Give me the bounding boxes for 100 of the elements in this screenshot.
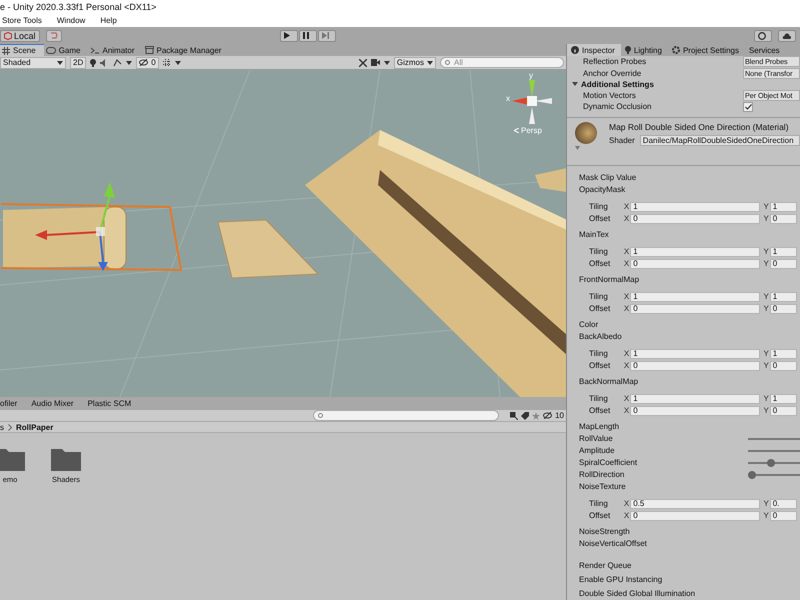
number-field[interactable]: 0 bbox=[770, 258, 797, 269]
number-field[interactable]: 0 bbox=[630, 214, 760, 224]
number-field[interactable]: 1 bbox=[770, 348, 797, 359]
number-field[interactable]: 1 bbox=[630, 292, 760, 302]
axis-label: Y bbox=[763, 361, 770, 370]
checkbox[interactable] bbox=[743, 102, 753, 112]
shading-dropdown[interactable]: Shaded bbox=[0, 56, 66, 68]
lightbulb-icon[interactable] bbox=[90, 58, 96, 66]
property-label: FrontNormalMap bbox=[579, 275, 640, 284]
slider-track[interactable] bbox=[748, 470, 800, 479]
number-field[interactable]: 0. bbox=[770, 498, 797, 509]
number-field[interactable]: 1 bbox=[770, 394, 797, 404]
panel-tab[interactable]: ofiler bbox=[0, 399, 18, 408]
2d-toggle[interactable]: 2D bbox=[70, 56, 86, 68]
section-header[interactable]: Additional Settings bbox=[581, 80, 654, 89]
account-button[interactable]: Local bbox=[0, 30, 40, 42]
collab-button[interactable] bbox=[46, 30, 62, 42]
number-field[interactable]: 1 bbox=[630, 246, 760, 257]
gear-icon bbox=[672, 46, 680, 54]
window-title: e - Unity 2020.3.33f1 Personal <DX11> bbox=[0, 2, 156, 12]
axis-label: X bbox=[624, 202, 630, 212]
vector-label: Tiling bbox=[589, 202, 609, 212]
effects-icon[interactable] bbox=[113, 58, 122, 66]
axis-label: X bbox=[624, 511, 630, 520]
vector-label: Tiling bbox=[589, 499, 609, 508]
move-gizmo-icon[interactable] bbox=[35, 182, 115, 271]
number-field[interactable]: 0 bbox=[770, 406, 797, 416]
camera-icon[interactable] bbox=[370, 59, 380, 66]
foldout-arrow-icon[interactable] bbox=[572, 81, 578, 88]
slider-thumb[interactable] bbox=[767, 458, 776, 467]
vector-label: Offset bbox=[589, 214, 612, 224]
panel-tab[interactable]: Plastic SCM bbox=[88, 399, 132, 408]
inspector-tab[interactable]: Inspector bbox=[567, 44, 621, 56]
number-field[interactable]: 1 bbox=[770, 292, 797, 302]
star-icon[interactable] bbox=[532, 412, 540, 420]
package-icon bbox=[144, 46, 154, 54]
eye-slash-icon[interactable] bbox=[543, 412, 552, 419]
number-field[interactable]: 1 bbox=[770, 202, 797, 212]
history-button[interactable] bbox=[754, 30, 772, 42]
property-label: BackAlbedo bbox=[579, 332, 622, 342]
number-field[interactable]: 1 bbox=[630, 202, 760, 212]
eye-slash-icon bbox=[139, 59, 148, 66]
cloud-button[interactable] bbox=[778, 30, 796, 42]
visibility-toggle[interactable]: 0 bbox=[136, 56, 159, 68]
number-field[interactable]: 0 bbox=[630, 510, 760, 521]
search-field[interactable] bbox=[313, 410, 500, 421]
setting-label: Render Queue bbox=[579, 561, 632, 570]
number-field[interactable]: 0 bbox=[770, 304, 797, 314]
axis-label: Y bbox=[763, 214, 770, 224]
number-field[interactable]: 0 bbox=[630, 258, 760, 269]
axis-label: Y bbox=[763, 292, 770, 302]
view-tab[interactable]: Package Manager bbox=[142, 44, 230, 56]
axis-label: X bbox=[624, 214, 630, 224]
slider-thumb[interactable] bbox=[748, 470, 756, 479]
inspector-tab[interactable]: Services bbox=[744, 44, 786, 56]
menu-item[interactable]: Store Tools bbox=[2, 16, 42, 25]
inspector-tab[interactable]: Project Settings bbox=[668, 44, 745, 56]
view-tab[interactable]: Animator bbox=[88, 44, 142, 56]
caret-icon bbox=[174, 60, 181, 64]
material-preview bbox=[575, 122, 597, 144]
axis-label: Y bbox=[763, 394, 770, 404]
view-tab[interactable]: Game bbox=[44, 44, 88, 56]
number-field[interactable]: 0 bbox=[770, 214, 797, 224]
number-field[interactable]: 1 bbox=[630, 394, 760, 404]
property-label: NoiseTexture bbox=[579, 482, 626, 492]
number-field[interactable]: 0 bbox=[770, 510, 797, 521]
property-label: RollValue bbox=[579, 434, 613, 444]
number-field[interactable]: 0 bbox=[630, 360, 760, 371]
folder-icon[interactable] bbox=[51, 447, 81, 471]
view-tab[interactable]: Scene bbox=[0, 44, 44, 56]
number-field[interactable]: 0 bbox=[630, 304, 760, 314]
axis-label: Y bbox=[763, 304, 770, 314]
number-field[interactable]: 0.5 bbox=[630, 498, 760, 509]
caret-icon bbox=[57, 60, 63, 64]
menu-item[interactable]: Window bbox=[56, 16, 86, 25]
property-label: BackNormalMap bbox=[579, 377, 638, 386]
breadcrumb-item[interactable]: s bbox=[0, 422, 4, 432]
number-field[interactable]: 0 bbox=[770, 360, 797, 371]
number-field[interactable]: 0 bbox=[630, 406, 760, 416]
info-icon bbox=[571, 46, 579, 54]
shader-dropdown[interactable]: Danilec/MapRollDoubleSidedOneDirection bbox=[640, 134, 800, 146]
gizmos-dropdown[interactable]: Gizmos bbox=[394, 56, 436, 68]
breadcrumb-item[interactable]: RollPaper bbox=[16, 422, 54, 432]
inspector-tab[interactable]: Lighting bbox=[620, 44, 668, 56]
panel-tab[interactable]: Audio Mixer bbox=[31, 399, 74, 408]
axis-label: y bbox=[529, 71, 533, 80]
vector-label: Offset bbox=[589, 511, 612, 520]
selected-scroll-drawing[interactable] bbox=[0, 203, 182, 272]
grid-icon[interactable] bbox=[162, 58, 171, 66]
foldout-arrow-icon[interactable] bbox=[575, 146, 580, 150]
number-field[interactable]: 1 bbox=[630, 348, 760, 359]
vector-label: Tiling bbox=[589, 394, 609, 404]
play-button[interactable] bbox=[280, 30, 298, 42]
chevron-icon bbox=[8, 424, 12, 430]
menu-item[interactable]: Help bbox=[100, 16, 117, 25]
caret-icon bbox=[126, 60, 132, 64]
orientation-gizmo-icon[interactable] bbox=[512, 80, 552, 124]
pause-button[interactable] bbox=[298, 30, 317, 42]
number-field[interactable]: 1 bbox=[770, 246, 797, 257]
folder-icon[interactable] bbox=[0, 447, 25, 471]
